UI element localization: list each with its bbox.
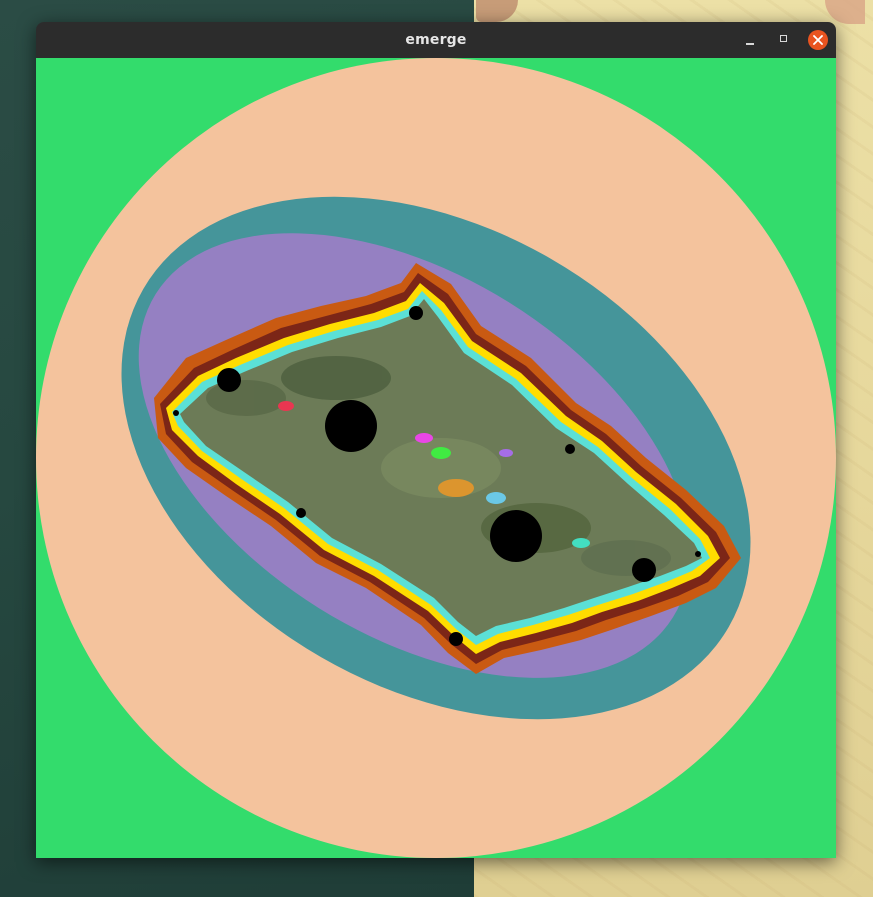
app-window: emerge: [36, 22, 836, 858]
julia-set-image: [36, 58, 836, 858]
fractal-canvas[interactable]: [36, 58, 836, 858]
close-button[interactable]: [808, 30, 828, 50]
window-titlebar[interactable]: emerge: [36, 22, 836, 59]
window-title: emerge: [405, 32, 467, 48]
maximize-button[interactable]: [774, 30, 794, 50]
minimize-button[interactable]: [740, 30, 760, 50]
close-icon: [813, 35, 823, 45]
